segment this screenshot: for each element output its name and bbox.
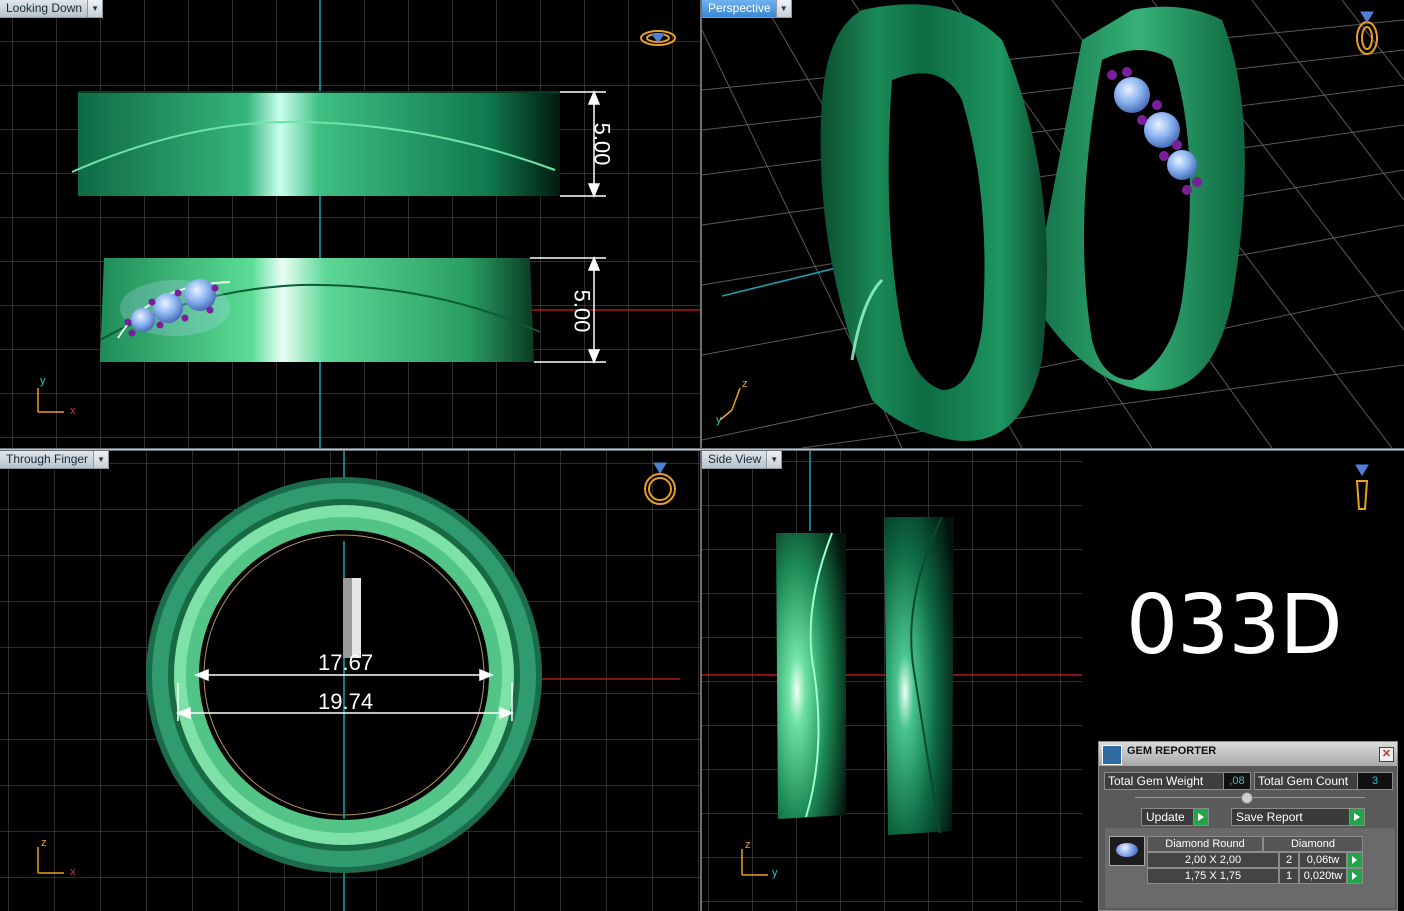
total-gem-weight-label: Total Gem Weight bbox=[1104, 772, 1226, 790]
update-button[interactable]: Update bbox=[1141, 808, 1209, 826]
table-row-weight: 0,020tw bbox=[1299, 868, 1347, 884]
table-row-count: 2 bbox=[1279, 852, 1299, 868]
viewport-looking-down[interactable]: 5.00 5.00 y x Looking Down ▼ bbox=[0, 0, 701, 449]
chevron-down-icon[interactable]: ▼ bbox=[766, 451, 782, 468]
gem-reporter-title: GEM REPORTER bbox=[1127, 745, 1217, 757]
perspective-scene bbox=[702, 0, 1404, 448]
through-finger-scene bbox=[0, 451, 700, 911]
table-row-size: 2,00 X 2,00 bbox=[1147, 852, 1279, 868]
axis-label-x: x bbox=[70, 405, 76, 417]
table-header-shape: Diamond Round bbox=[1147, 836, 1263, 852]
viewport-tab-through-finger[interactable]: Through Finger ▼ bbox=[0, 451, 110, 469]
design-code: 033D bbox=[1126, 578, 1343, 673]
viewport-tab-looking-down[interactable]: Looking Down ▼ bbox=[0, 0, 104, 18]
table-row-weight: 0,06tw bbox=[1299, 852, 1347, 868]
axis-label-y: y bbox=[716, 414, 722, 426]
viewport-tab-label: Looking Down bbox=[6, 1, 83, 15]
axis-label-z: z bbox=[41, 837, 47, 849]
dimension-label: 19.74 bbox=[318, 689, 374, 714]
total-gem-count-value[interactable]: 3 bbox=[1357, 772, 1393, 790]
viewport-through-finger[interactable]: 17.67 19.74 z x Through Finger ▼ bbox=[0, 450, 701, 911]
viewport-tab-label: Through Finger bbox=[6, 452, 89, 466]
axis-label-x: x bbox=[70, 866, 76, 878]
dimension-label: 5.00 bbox=[569, 289, 595, 333]
save-report-button-label: Save Report bbox=[1236, 810, 1303, 824]
table-header-type: Diamond bbox=[1263, 836, 1363, 852]
gem-table: Diamond Round Diamond 2,00 X 2,00 2 0,06… bbox=[1105, 828, 1395, 908]
gem-thumbnail[interactable] bbox=[1109, 836, 1145, 866]
axis-label-y: y bbox=[40, 375, 46, 387]
row-play-icon[interactable] bbox=[1347, 852, 1363, 868]
gem-reporter-icon bbox=[1102, 745, 1122, 765]
total-gem-weight-value[interactable]: ,08 bbox=[1223, 772, 1251, 790]
axis-label-z: z bbox=[745, 839, 751, 851]
close-button[interactable]: ✕ bbox=[1379, 747, 1394, 762]
dimension-label: 17.67 bbox=[318, 650, 374, 675]
viewport-tab-label: Side View bbox=[708, 452, 762, 466]
gem-reporter-titlebar[interactable]: GEM REPORTER ✕ bbox=[1099, 742, 1397, 766]
play-icon bbox=[1193, 809, 1208, 825]
play-icon bbox=[1349, 809, 1364, 825]
dimension-label: 5.00 bbox=[589, 122, 615, 166]
update-button-label: Update bbox=[1146, 810, 1185, 824]
axis-label-y: y bbox=[772, 867, 778, 879]
viewport-perspective[interactable]: z y Perspective ▼ bbox=[701, 0, 1404, 449]
table-row-count: 1 bbox=[1279, 868, 1299, 884]
viewport-tab-label: Perspective bbox=[708, 1, 771, 15]
axis-label-z: z bbox=[742, 378, 748, 390]
chevron-down-icon[interactable]: ▼ bbox=[87, 0, 103, 17]
viewport-tab-side-view[interactable]: Side View ▼ bbox=[702, 451, 783, 469]
collapse-handle-icon[interactable] bbox=[1241, 792, 1253, 804]
gem-reporter-panel: GEM REPORTER ✕ Total Gem Weight ,08 Tota… bbox=[1098, 741, 1398, 911]
total-gem-count-label: Total Gem Count bbox=[1254, 772, 1358, 790]
save-report-button[interactable]: Save Report bbox=[1231, 808, 1365, 826]
chevron-down-icon[interactable]: ▼ bbox=[93, 451, 109, 468]
diamond-icon bbox=[1116, 843, 1138, 857]
viewport-tab-perspective[interactable]: Perspective ▼ bbox=[702, 0, 792, 18]
chevron-down-icon[interactable]: ▼ bbox=[775, 0, 791, 17]
row-play-icon[interactable] bbox=[1347, 868, 1363, 884]
looking-down-scene bbox=[0, 0, 700, 448]
table-row-size: 1,75 X 1,75 bbox=[1147, 868, 1279, 884]
